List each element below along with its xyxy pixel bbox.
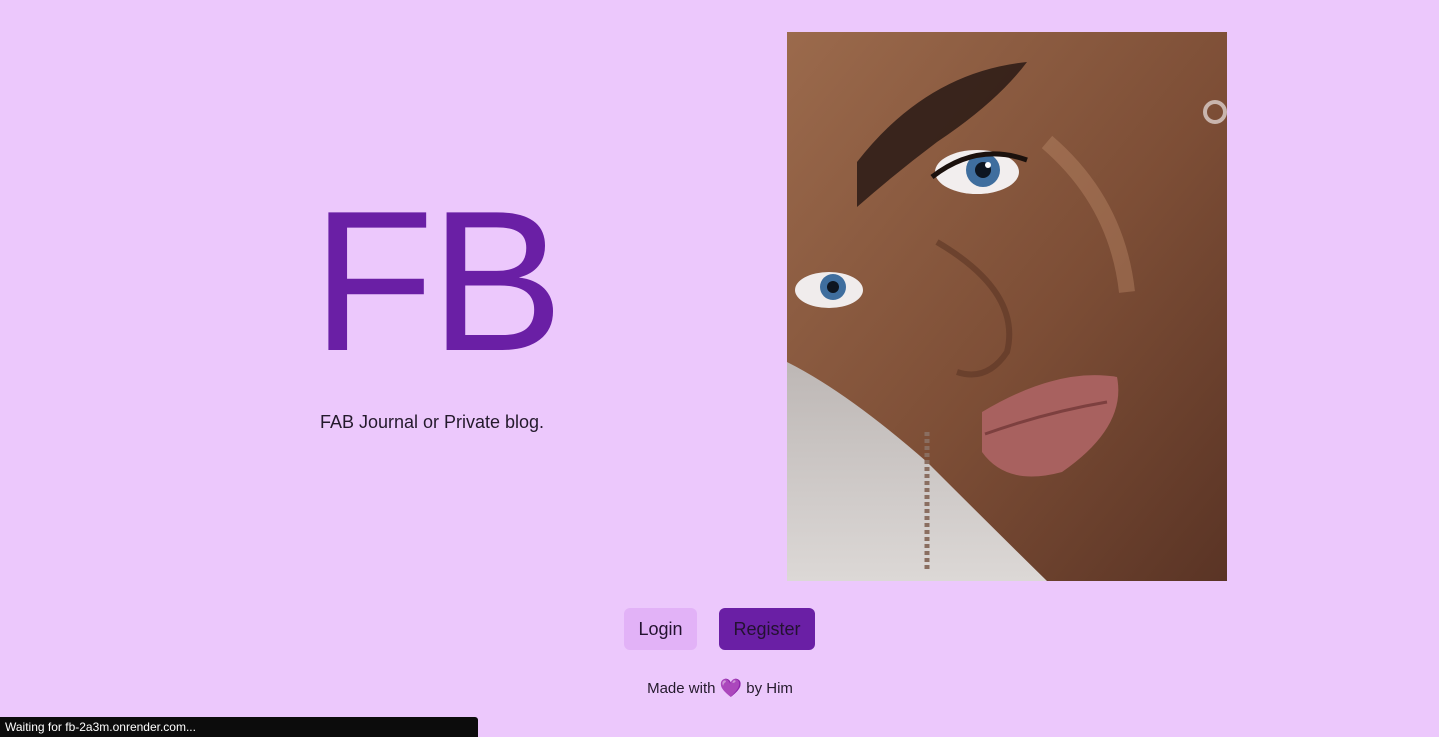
landing-page: FB FAB Journal or Private blog. Login Re… bbox=[0, 0, 1439, 737]
hero-image bbox=[787, 32, 1227, 581]
footer-prefix: Made with bbox=[647, 680, 716, 697]
tagline: FAB Journal or Private blog. bbox=[319, 412, 545, 432]
footer-suffix: by Him bbox=[746, 680, 793, 697]
footer-credit: Made with 💜 by Him bbox=[620, 678, 820, 699]
portrait-illustration bbox=[787, 32, 1227, 581]
brand-logo: FB bbox=[312, 170, 564, 393]
login-button[interactable]: Login bbox=[624, 608, 697, 650]
auth-buttons: Login Register bbox=[624, 608, 815, 650]
browser-status-bar: Waiting for fb-2a3m.onrender.com... bbox=[0, 717, 478, 737]
register-button[interactable]: Register bbox=[719, 608, 815, 650]
heart-icon: 💜 bbox=[719, 678, 743, 698]
